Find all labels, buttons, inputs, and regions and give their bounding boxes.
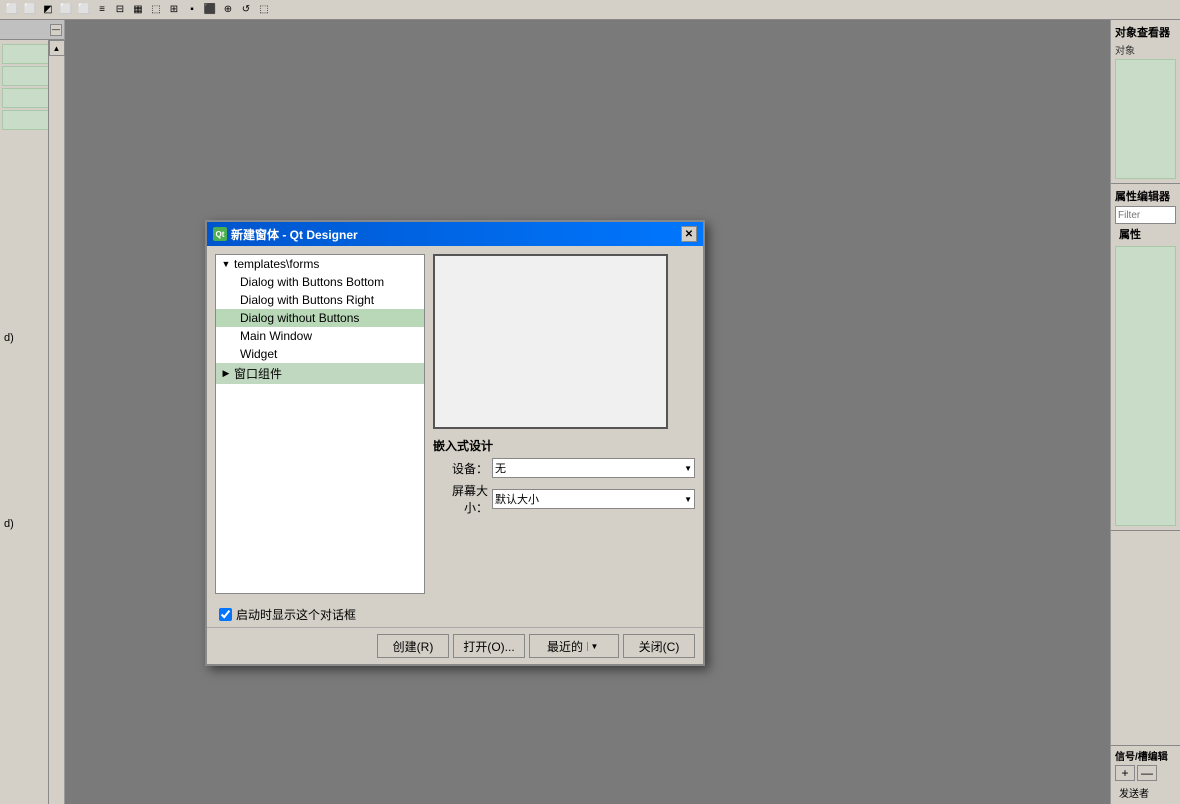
- remove-signal-btn[interactable]: —: [1137, 765, 1157, 781]
- property-filter-input[interactable]: [1115, 206, 1176, 224]
- toolbar-icon-12[interactable]: ⬛: [202, 2, 218, 18]
- tree-item-dialog-no-buttons[interactable]: Dialog without Buttons: [216, 309, 424, 327]
- new-form-dialog: Qt 新建窗体 - Qt Designer ✕ ▼ templates\form…: [205, 220, 705, 666]
- object-inspector-title: 对象查看器: [1115, 24, 1176, 40]
- property-editor-title: 属性编辑器: [1115, 188, 1176, 204]
- right-panel: 对象查看器 对象 属性编辑器 属性 信号/槽编辑 + — 发送者: [1110, 20, 1180, 804]
- property-list-area: [1115, 246, 1176, 526]
- property-editor-section: 属性编辑器 属性: [1111, 184, 1180, 531]
- tree-label-dialog-right: Dialog with Buttons Right: [240, 293, 374, 307]
- tree-arrow-components: ▶: [220, 368, 232, 380]
- device-row: 设备： 无 ▼: [433, 458, 695, 478]
- left-panel-scroll: ▲: [48, 40, 64, 804]
- device-select-arrow: ▼: [684, 464, 692, 473]
- tree-root-components[interactable]: ▶ 窗口组件: [216, 363, 424, 384]
- dialog-titlebar: Qt 新建窗体 - Qt Designer ✕: [207, 222, 703, 246]
- toolbar-icons: ⬜ ⬜ ◩ ⬜ ⬜ ≡ ⊟ ▦ ⬚ ⊞ ▪ ⬛ ⊕ ↺ ⬚: [4, 2, 272, 18]
- device-form-label: 设备：: [433, 460, 488, 477]
- show-dialog-checkbox[interactable]: [219, 608, 232, 621]
- signal-section: 信号/槽编辑 + — 发送者: [1111, 745, 1180, 804]
- device-select[interactable]: 无 ▼: [492, 458, 695, 478]
- toolbar-icon-5[interactable]: ⬜: [76, 2, 92, 18]
- preview-box: [433, 254, 668, 429]
- toolbar-icon-3[interactable]: ◩: [40, 2, 56, 18]
- dialog-right-panel: 嵌入式设计 设备： 无 ▼ 屏幕大小： 默认大小 ▼: [433, 254, 695, 594]
- sender-label: 发送者: [1115, 783, 1176, 802]
- embedded-label: 嵌入式设计: [433, 437, 695, 454]
- object-label: 对象: [1115, 42, 1176, 57]
- scroll-up-arrow[interactable]: ▲: [49, 40, 65, 56]
- tree-item-dialog-right[interactable]: Dialog with Buttons Right: [216, 291, 424, 309]
- add-signal-btn[interactable]: +: [1115, 765, 1135, 781]
- tree-root-templates[interactable]: ▼ templates\forms: [216, 255, 424, 273]
- create-btn[interactable]: 创建(R): [377, 634, 449, 658]
- dialog-title-label: 新建窗体 - Qt Designer: [231, 226, 358, 243]
- tree-item-main-window[interactable]: Main Window: [216, 327, 424, 345]
- toolbar-icon-13[interactable]: ⊕: [220, 2, 236, 18]
- toolbar-icon-15[interactable]: ⬚: [256, 2, 272, 18]
- recent-btn[interactable]: 最近的 ▼: [529, 634, 619, 658]
- toolbar-icon-11[interactable]: ▪: [184, 2, 200, 18]
- toolbar-icon-14[interactable]: ↺: [238, 2, 254, 18]
- recent-dropdown-arrow[interactable]: ▼: [587, 642, 601, 651]
- tree-container[interactable]: ▼ templates\forms Dialog with Buttons Bo…: [215, 254, 425, 594]
- tree-item-widget[interactable]: Widget: [216, 345, 424, 363]
- toolbar-icon-8[interactable]: ▦: [130, 2, 146, 18]
- object-inspector-area: [1115, 59, 1176, 179]
- toolbar-icon-1[interactable]: ⬜: [4, 2, 20, 18]
- toolbar-icon-6[interactable]: ≡: [94, 2, 110, 18]
- toolbar-icon-7[interactable]: ⊟: [112, 2, 128, 18]
- toolbar-icon-9[interactable]: ⬚: [148, 2, 164, 18]
- qt-icon: Qt: [213, 227, 227, 241]
- screen-form-label: 屏幕大小：: [433, 482, 488, 516]
- device-select-value: 无: [495, 460, 506, 476]
- right-panel-bottom: 信号/槽编辑 + — 发送者: [1111, 745, 1180, 804]
- tree-label-dialog-bottom: Dialog with Buttons Bottom: [240, 275, 384, 289]
- tree-label-components: 窗口组件: [234, 365, 282, 382]
- close-btn[interactable]: 关闭(C): [623, 634, 695, 658]
- dialog-tree-panel: ▼ templates\forms Dialog with Buttons Bo…: [215, 254, 425, 594]
- open-btn[interactable]: 打开(O)...: [453, 634, 525, 658]
- embedded-section: 嵌入式设计 设备： 无 ▼ 屏幕大小： 默认大小 ▼: [433, 437, 695, 516]
- screen-row: 屏幕大小： 默认大小 ▼: [433, 482, 695, 516]
- recent-btn-label: 最近的: [547, 638, 583, 655]
- left-panel-header: —: [0, 20, 64, 40]
- dialog-title-text: Qt 新建窗体 - Qt Designer: [213, 226, 358, 243]
- screen-select-arrow: ▼: [684, 495, 692, 504]
- dialog-body: ▼ templates\forms Dialog with Buttons Bo…: [207, 246, 703, 602]
- left-panel: — ▲ d) d): [0, 20, 65, 804]
- tree-label-widget: Widget: [240, 347, 277, 361]
- main-canvas: Qt 新建窗体 - Qt Designer ✕ ▼ templates\form…: [65, 20, 1110, 804]
- tree-label-templates: templates\forms: [234, 257, 319, 271]
- screen-select-value: 默认大小: [495, 491, 539, 507]
- screen-select[interactable]: 默认大小 ▼: [492, 489, 695, 509]
- toolbar: ⬜ ⬜ ◩ ⬜ ⬜ ≡ ⊟ ▦ ⬚ ⊞ ▪ ⬛ ⊕ ↺ ⬚: [0, 0, 1180, 20]
- signal-title: 信号/槽编辑: [1115, 748, 1176, 763]
- tree-label-dialog-no-buttons: Dialog without Buttons: [240, 311, 359, 325]
- signal-buttons: + —: [1115, 763, 1176, 783]
- tree-label-main-window: Main Window: [240, 329, 312, 343]
- left-panel-min-btn[interactable]: —: [50, 24, 62, 36]
- toolbar-icon-4[interactable]: ⬜: [58, 2, 74, 18]
- dialog-footer: 创建(R) 打开(O)... 最近的 ▼ 关闭(C): [207, 627, 703, 664]
- property-column-label: 属性: [1115, 224, 1176, 244]
- tree-item-dialog-bottom[interactable]: Dialog with Buttons Bottom: [216, 273, 424, 291]
- toolbar-icon-10[interactable]: ⊞: [166, 2, 182, 18]
- dialog-close-btn[interactable]: ✕: [681, 226, 697, 242]
- show-dialog-checkbox-label: 启动时显示这个对话框: [236, 606, 356, 623]
- object-inspector-section: 对象查看器 对象: [1111, 20, 1180, 184]
- tree-arrow-templates: ▼: [220, 258, 232, 270]
- toolbar-icon-2[interactable]: ⬜: [22, 2, 38, 18]
- show-dialog-checkbox-row: 启动时显示这个对话框: [207, 602, 703, 627]
